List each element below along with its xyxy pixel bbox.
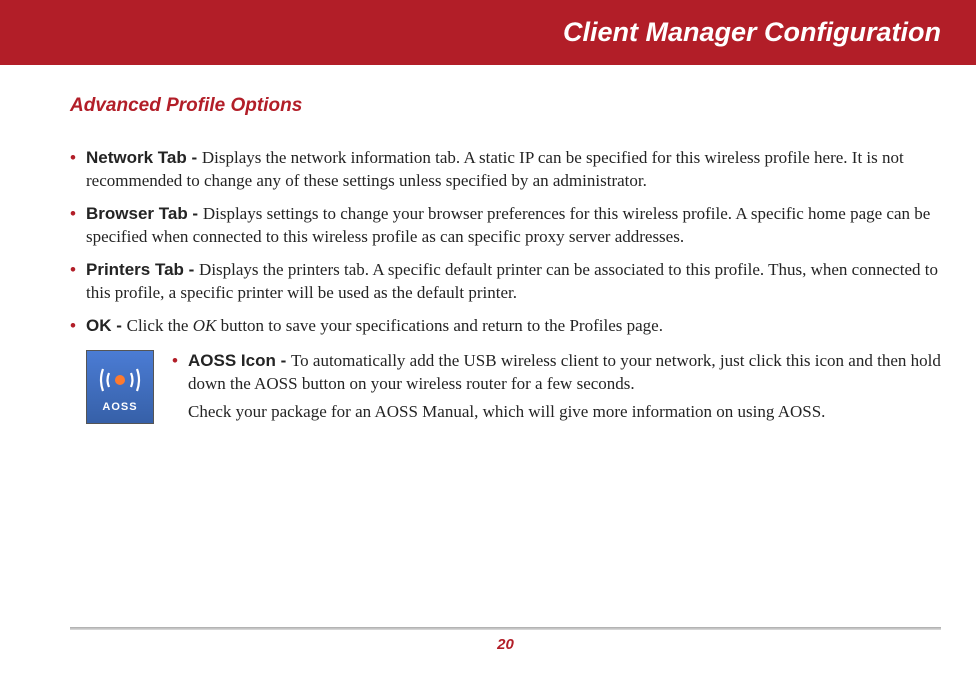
aoss-icon: AOSS <box>86 350 154 424</box>
browser-label: Browser Tab - <box>86 204 203 223</box>
aoss-text-block: AOSS Icon - To automatically add the USB… <box>172 350 941 425</box>
ok-italic: OK <box>193 316 217 335</box>
printers-label: Printers Tab - <box>86 260 199 279</box>
ok-text-after: button to save your specifications and r… <box>216 316 663 335</box>
printers-tab-item: Printers Tab - Displays the printers tab… <box>70 259 941 305</box>
browser-text: Displays settings to change your browser… <box>86 204 930 246</box>
network-label: Network Tab - <box>86 148 202 167</box>
header-band: Client Manager Configuration <box>0 0 976 65</box>
aoss-icon-label: AOSS <box>102 401 137 413</box>
page-content: Advanced Profile Options Network Tab - D… <box>0 65 976 424</box>
ok-text-before: Click the <box>127 316 193 335</box>
options-list: Network Tab - Displays the network infor… <box>70 147 941 338</box>
aoss-waves-icon <box>95 361 145 399</box>
network-tab-item: Network Tab - Displays the network infor… <box>70 147 941 193</box>
ok-label: OK - <box>86 316 127 335</box>
ok-item: OK - Click the OK button to save your sp… <box>70 315 941 338</box>
aoss-text: To automatically add the USB wireless cl… <box>188 351 941 393</box>
printers-text: Displays the printers tab. A specific de… <box>86 260 938 302</box>
aoss-row: AOSS AOSS Icon - To automatically add th… <box>86 350 941 425</box>
footer-divider <box>70 627 941 630</box>
header-title: Client Manager Configuration <box>563 17 941 48</box>
aoss-label: AOSS Icon - <box>188 351 291 370</box>
aoss-followup: Check your package for an AOSS Manual, w… <box>172 401 941 424</box>
network-text: Displays the network information tab. A … <box>86 148 904 190</box>
footer: 20 <box>70 627 941 653</box>
section-title: Advanced Profile Options <box>70 95 941 117</box>
page-number: 20 <box>70 636 941 653</box>
aoss-bullet: AOSS Icon - To automatically add the USB… <box>172 350 941 396</box>
browser-tab-item: Browser Tab - Displays settings to chang… <box>70 203 941 249</box>
